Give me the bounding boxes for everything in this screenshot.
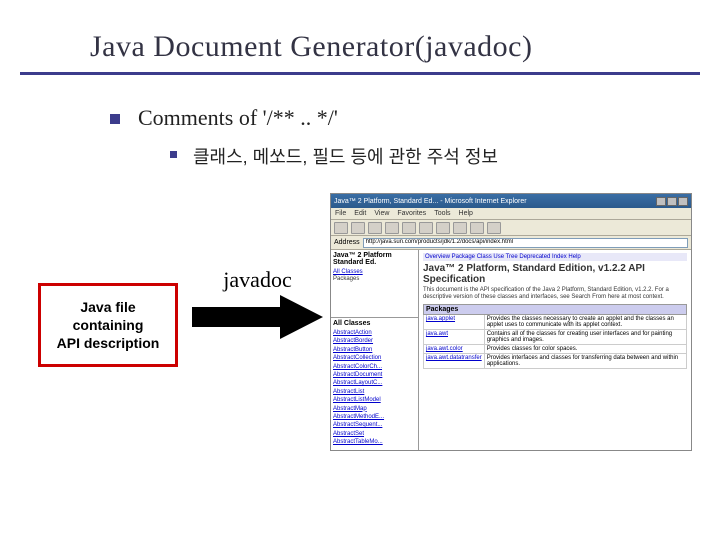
javadoc-classes-frame: All Classes AbstractActionAbstractBorder… [331, 318, 418, 450]
history-icon[interactable] [453, 222, 467, 234]
home-icon[interactable] [402, 222, 416, 234]
arrow-group: javadoc [190, 267, 325, 341]
javadoc-nav[interactable]: Overview Package Class Use Tree Deprecat… [423, 253, 687, 261]
javadoc-frameset: Java™ 2 Platform Standard Ed. All Classe… [331, 250, 691, 450]
api-spec-title: Java™ 2 Platform, Standard Edition, v1.2… [423, 263, 687, 285]
all-classes-link[interactable]: All Classes [333, 268, 416, 276]
bullet-level-1: Comments of '/** .. */' [110, 105, 700, 131]
bullet-icon [110, 114, 120, 124]
package-name[interactable]: java.applet [424, 315, 485, 330]
forward-icon[interactable] [351, 222, 365, 234]
class-link[interactable]: AbstractMethodE... [333, 413, 416, 421]
class-link[interactable]: AbstractColorCh... [333, 363, 416, 371]
package-name[interactable]: java.awt.datatransfer [424, 354, 485, 369]
class-link[interactable]: AbstractAction [333, 329, 416, 337]
search-icon[interactable] [419, 222, 433, 234]
class-list: AbstractActionAbstractBorderAbstractButt… [333, 329, 416, 446]
diagram: Java file containing API description jav… [20, 193, 700, 473]
bullet-level-2: 클래스, 메쏘드, 필드 등에 관한 주석 정보 [170, 143, 700, 169]
arrow-label: javadoc [190, 267, 325, 293]
sub-bullet-text: 클래스, 메쏘드, 필드 등에 관한 주석 정보 [193, 143, 498, 169]
class-link[interactable]: AbstractBorder [333, 337, 416, 345]
class-link[interactable]: AbstractButton [333, 346, 416, 354]
menu-view[interactable]: View [374, 210, 389, 217]
back-icon[interactable] [334, 222, 348, 234]
class-link[interactable]: AbstractSequent... [333, 421, 416, 429]
package-row: java.awtContains all of the classes for … [424, 330, 687, 345]
menu-file[interactable]: File [335, 210, 346, 217]
javadoc-left-pane: Java™ 2 Platform Standard Ed. All Classe… [331, 250, 419, 450]
browser-window: Java™ 2 Platform, Standard Ed... - Micro… [330, 193, 692, 451]
java-file-box: Java file containing API description [38, 283, 178, 367]
class-link[interactable]: AbstractTableMo... [333, 438, 416, 446]
packages-label: Packages [333, 276, 416, 282]
package-desc: Contains all of the classes for creating… [484, 330, 686, 345]
package-desc: Provides the classes necessary to create… [484, 315, 686, 330]
package-name[interactable]: java.awt.color [424, 345, 485, 354]
red-box-line3: API description [57, 334, 160, 352]
print-icon[interactable] [487, 222, 501, 234]
red-box-line2: containing [73, 316, 144, 334]
package-desc: Provides interfaces and classes for tran… [484, 354, 686, 369]
menu-tools[interactable]: Tools [434, 210, 450, 217]
menu-edit[interactable]: Edit [354, 210, 366, 217]
address-input[interactable]: http://java.sun.com/products/jdk/1.2/doc… [363, 238, 688, 248]
minimize-icon[interactable] [656, 197, 666, 206]
refresh-icon[interactable] [385, 222, 399, 234]
package-row: java.appletProvides the classes necessar… [424, 315, 687, 330]
slide-title: Java Document Generator(javadoc) [90, 30, 700, 64]
class-link[interactable]: AbstractSet [333, 430, 416, 438]
class-link[interactable]: AbstractMap [333, 405, 416, 413]
package-row: java.awt.datatransferProvides interfaces… [424, 354, 687, 369]
package-row: java.awt.colorProvides classes for color… [424, 345, 687, 354]
all-classes-heading: All Classes [333, 320, 416, 327]
sub-bullet-icon [170, 151, 177, 158]
bullet-text: Comments of '/** .. */' [138, 105, 338, 131]
javadoc-main-frame: Overview Package Class Use Tree Deprecat… [419, 250, 691, 450]
title-underline [20, 72, 700, 75]
javadoc-packages-frame: Java™ 2 Platform Standard Ed. All Classe… [331, 250, 418, 318]
red-box-line1: Java file [80, 298, 135, 316]
window-title: Java™ 2 Platform, Standard Ed... - Micro… [334, 198, 527, 205]
class-link[interactable]: AbstractList [333, 388, 416, 396]
browser-titlebar: Java™ 2 Platform, Standard Ed... - Micro… [331, 194, 691, 208]
package-name[interactable]: java.awt [424, 330, 485, 345]
address-bar: Address http://java.sun.com/products/jdk… [331, 236, 691, 250]
packages-header: Packages [424, 305, 687, 315]
menu-help[interactable]: Help [459, 210, 473, 217]
stop-icon[interactable] [368, 222, 382, 234]
mail-icon[interactable] [470, 222, 484, 234]
close-icon[interactable] [678, 197, 688, 206]
arrow-icon [190, 293, 325, 341]
browser-toolbar [331, 220, 691, 236]
class-link[interactable]: AbstractListModel [333, 396, 416, 404]
favorites-icon[interactable] [436, 222, 450, 234]
packages-table: Packages java.appletProvides the classes… [423, 304, 687, 369]
address-label: Address [334, 239, 360, 246]
class-link[interactable]: AbstractLayoutC... [333, 379, 416, 387]
class-link[interactable]: AbstractDocument [333, 371, 416, 379]
browser-menubar: File Edit View Favorites Tools Help [331, 208, 691, 220]
maximize-icon[interactable] [667, 197, 677, 206]
package-desc: Provides classes for color spaces. [484, 345, 686, 354]
platform-heading: Java™ 2 Platform Standard Ed. [333, 252, 416, 266]
class-link[interactable]: AbstractCollection [333, 354, 416, 362]
menu-favorites[interactable]: Favorites [397, 210, 426, 217]
api-spec-desc: This document is the API specification o… [423, 287, 687, 301]
